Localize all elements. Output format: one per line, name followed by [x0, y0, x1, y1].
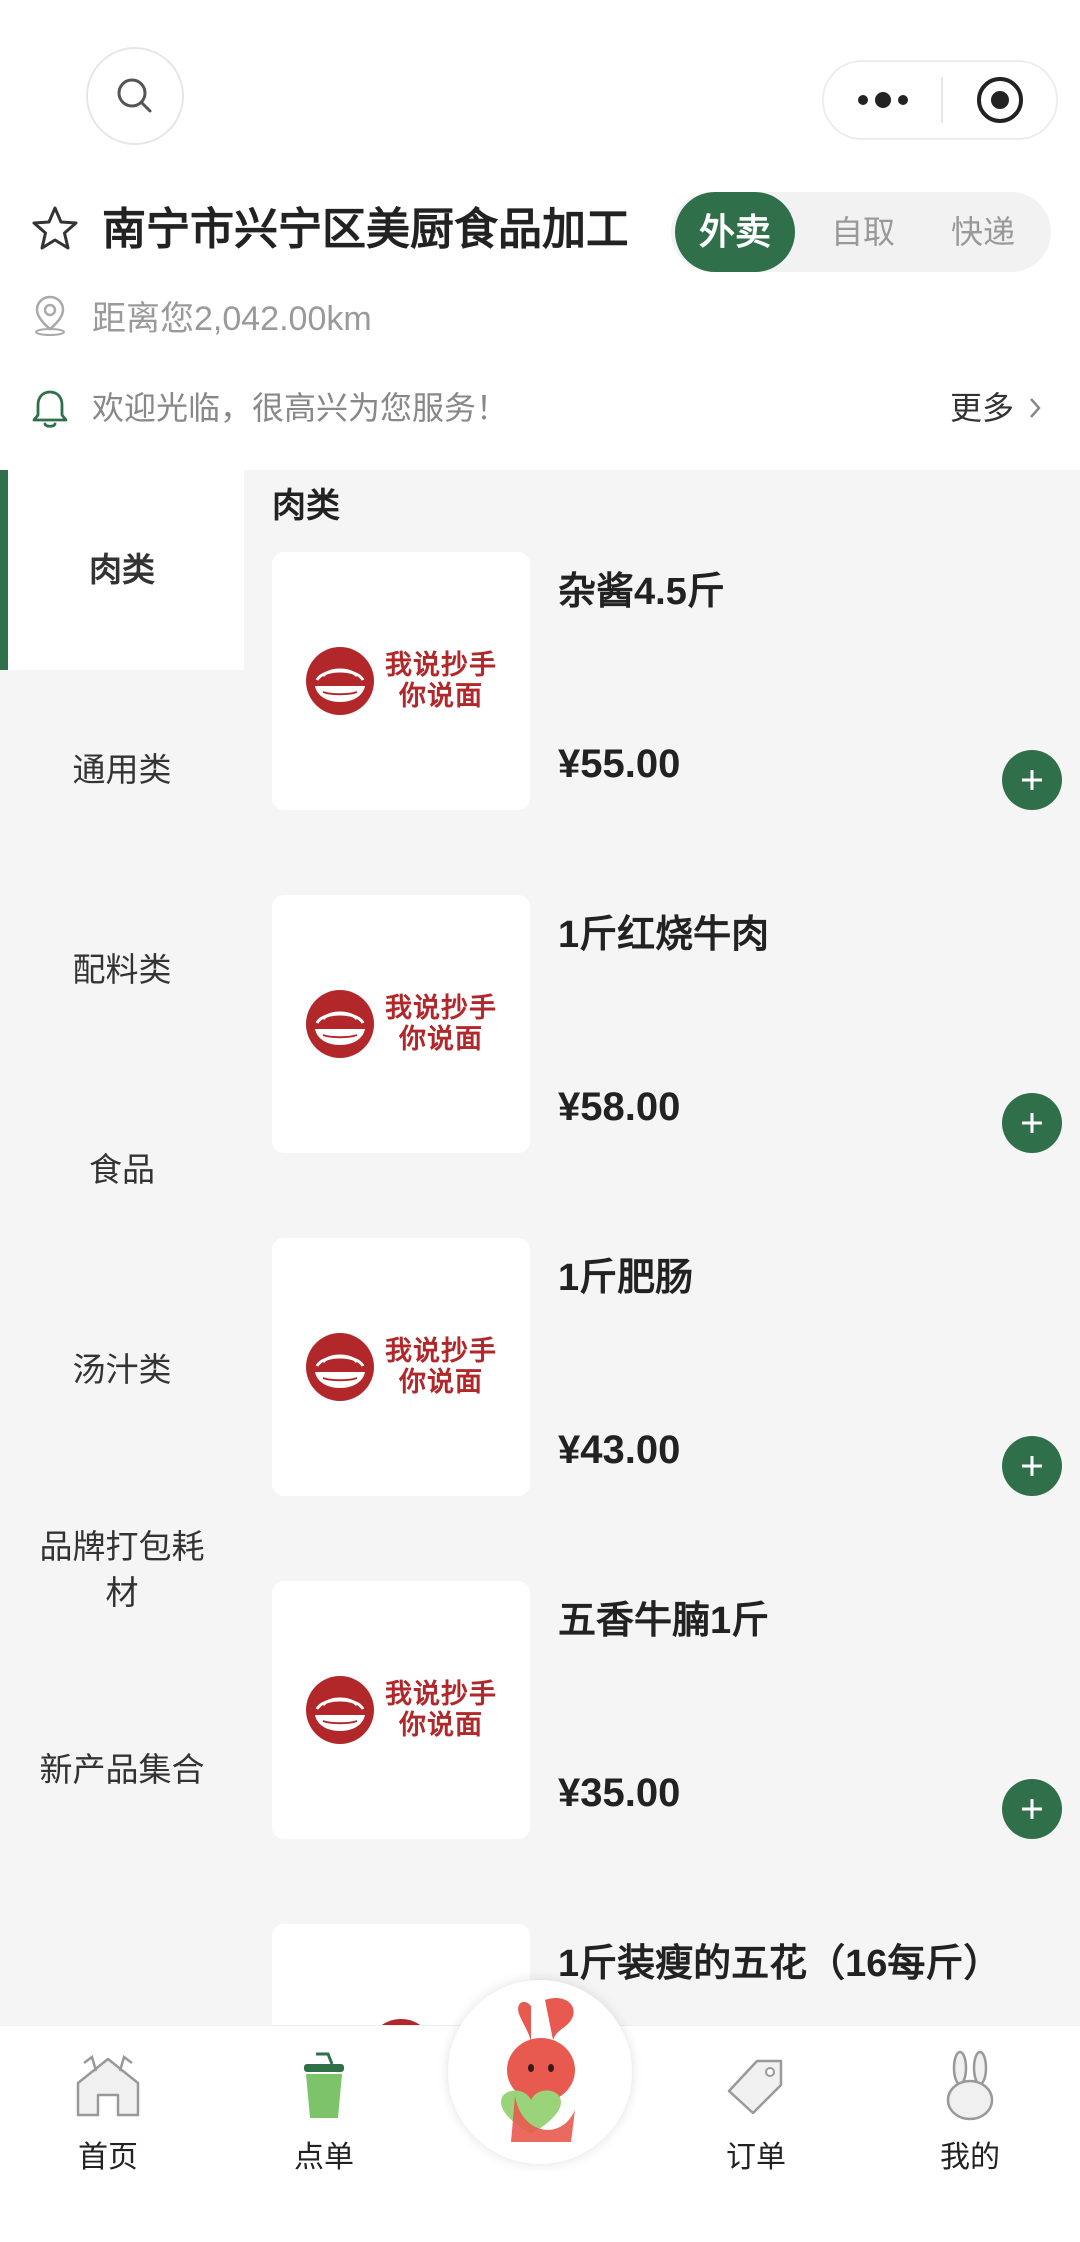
product-price: ¥58.00: [558, 1085, 681, 1129]
product-name: 1斤红烧牛肉: [558, 914, 770, 956]
category-general[interactable]: 通用类: [0, 670, 244, 870]
category-food[interactable]: 食品: [0, 1070, 244, 1270]
house-icon: [76, 2054, 140, 2117]
category-meat[interactable]: 肉类: [0, 470, 244, 670]
store-name: 南宁市兴宁区美厨食品加工: [102, 205, 627, 254]
category-sidebar: 肉类 通用类 配料类 食品 汤汁类 品牌打包耗材 新产品集合: [0, 470, 244, 2025]
category-packaging[interactable]: 品牌打包耗材: [0, 1470, 244, 1670]
logo-line-2: 你说面: [399, 1024, 483, 1054]
product-image[interactable]: 我说抄手 你说面: [272, 1581, 530, 1839]
product-card[interactable]: 1斤装瘦的五花（16每斤）: [272, 1924, 1062, 2025]
tab-home[interactable]: 首页: [28, 2046, 188, 2176]
product-image[interactable]: 我说抄手 你说面: [272, 895, 530, 1153]
tag-icon: [727, 2059, 783, 2115]
tab-profile-label: 我的: [940, 2141, 1000, 2174]
product-image[interactable]: 我说抄手 你说面: [272, 1238, 530, 1496]
brand-logo: 我说抄手 你说面: [305, 646, 497, 716]
product-price: ¥55.00: [558, 742, 681, 786]
noodle-bowl-logo-icon: [306, 1333, 374, 1401]
add-to-cart-button[interactable]: [1002, 1436, 1062, 1496]
product-price: ¥35.00: [558, 1771, 681, 1815]
target-icon: [976, 77, 1023, 123]
tab-order[interactable]: 点单: [244, 2046, 404, 2176]
product-name: 1斤装瘦的五花（16每斤）: [558, 1943, 1002, 1985]
noodle-bowl-logo-icon: [306, 990, 374, 1058]
location-pin-icon: [35, 295, 65, 336]
noodle-bowl-logo-icon: [306, 1676, 374, 1744]
bell-icon: [32, 390, 68, 428]
mode-delivery[interactable]: 外卖: [675, 192, 795, 272]
product-card[interactable]: 我说抄手 你说面 1斤红烧牛肉 ¥58.00: [272, 895, 1062, 1155]
center-mascot-button[interactable]: [448, 1980, 632, 2164]
mode-express[interactable]: 快递: [923, 192, 1043, 272]
search-button[interactable]: [86, 47, 184, 145]
logo-line-1: 我说抄手: [385, 1336, 497, 1366]
product-price: ¥43.00: [558, 1428, 681, 1472]
plus-icon: [1022, 1799, 1042, 1819]
more-dots-icon: [857, 92, 908, 108]
logo-line-1: 我说抄手: [385, 1679, 497, 1709]
add-to-cart-button[interactable]: [1002, 1779, 1062, 1839]
brand-logo: [366, 2018, 436, 2025]
notice-bar: 欢迎光临，很高兴为您服务！ 更多: [0, 378, 1080, 438]
notice-more-label: 更多: [949, 390, 1014, 426]
product-name: 杂酱4.5斤: [558, 571, 725, 613]
product-name: 1斤肥肠: [558, 1257, 694, 1299]
rabbit-icon: [946, 2050, 994, 2121]
product-image[interactable]: 我说抄手 你说面: [272, 552, 530, 810]
logo-line-1: 我说抄手: [385, 993, 497, 1023]
category-new-products[interactable]: 新产品集合: [0, 1670, 244, 1870]
brand-logo: 我说抄手 你说面: [305, 1332, 497, 1402]
tab-profile[interactable]: 我的: [890, 2046, 1050, 2176]
store-header: 南宁市兴宁区美厨食品加工 外卖 自取 快递: [0, 184, 1080, 276]
product-card[interactable]: 我说抄手 你说面 杂酱4.5斤 ¥55.00: [272, 552, 1062, 812]
product-card[interactable]: 我说抄手 你说面 五香牛腩1斤 ¥35.00: [272, 1581, 1062, 1841]
tab-orders[interactable]: 订单: [676, 2046, 836, 2176]
noodle-bowl-logo-icon: [381, 2019, 421, 2025]
logo-line-2: 你说面: [399, 1710, 483, 1740]
category-soup[interactable]: 汤汁类: [0, 1270, 244, 1470]
mode-pickup[interactable]: 自取: [803, 192, 923, 272]
plus-icon: [1022, 1113, 1042, 1133]
distance-text: 距离您2,042.00km: [92, 299, 372, 338]
mini-program-capsule: [822, 60, 1058, 140]
noodle-bowl-logo-icon: [306, 647, 374, 715]
tab-order-label: 点单: [294, 2141, 354, 2174]
more-menu-button[interactable]: [824, 62, 941, 138]
add-to-cart-button[interactable]: [1002, 1093, 1062, 1153]
brand-logo: 我说抄手 你说面: [305, 989, 497, 1059]
product-name: 五香牛腩1斤: [558, 1600, 770, 1642]
category-ingredients[interactable]: 配料类: [0, 870, 244, 1070]
add-to-cart-button[interactable]: [1002, 750, 1062, 810]
mascot-rabbit-icon: [501, 1997, 575, 2142]
plus-icon: [1022, 770, 1042, 790]
delivery-mode-switch: 外卖 自取 快递: [671, 192, 1051, 272]
brand-logo: 我说抄手 你说面: [305, 1675, 497, 1745]
menu-content: 肉类 通用类 配料类 食品 汤汁类 品牌打包耗材 新产品集合 肉类 我说抄手 你说…: [0, 470, 1080, 2025]
notice-more-link[interactable]: 更多: [950, 388, 1042, 428]
notice-text: 欢迎光临，很高兴为您服务！: [92, 390, 509, 426]
cup-icon: [304, 2052, 344, 2118]
search-icon: [117, 78, 152, 113]
logo-line-2: 你说面: [399, 681, 483, 711]
favorite-star-icon[interactable]: [30, 204, 80, 254]
tab-home-label: 首页: [78, 2141, 138, 2174]
plus-icon: [1022, 1456, 1042, 1476]
section-title: 肉类: [272, 487, 340, 525]
product-card[interactable]: 我说抄手 你说面 1斤肥肠 ¥43.00: [272, 1238, 1062, 1498]
close-mini-program-button[interactable]: [943, 62, 1056, 138]
logo-line-1: 我说抄手: [385, 650, 497, 680]
logo-line-2: 你说面: [399, 1367, 483, 1397]
product-list: 肉类 我说抄手 你说面 杂酱4.5斤 ¥55.00 我说抄手 你说面 1斤红烧牛…: [244, 470, 1080, 2025]
tab-orders-label: 订单: [726, 2141, 786, 2174]
chevron-right-icon: [1030, 398, 1041, 418]
distance-info: 距离您2,042.00km: [30, 290, 372, 340]
